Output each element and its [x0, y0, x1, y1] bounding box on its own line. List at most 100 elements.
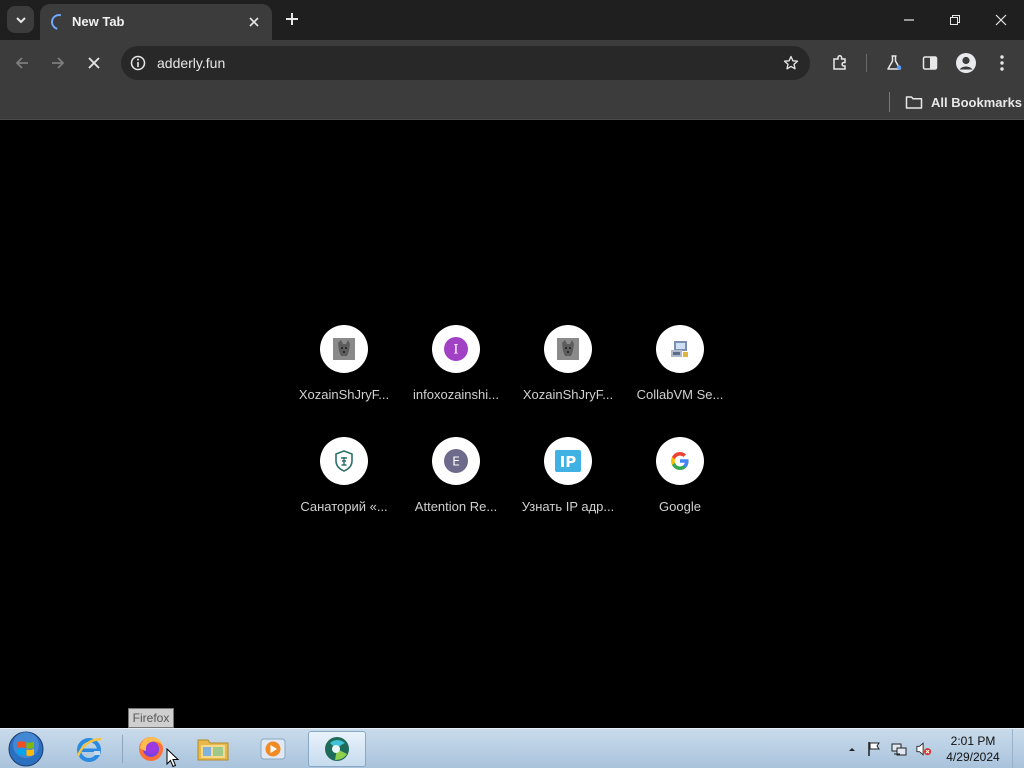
- taskbar-tooltip: Firefox: [128, 708, 174, 728]
- chrome-app-icon: [325, 737, 349, 761]
- tab-new-tab[interactable]: New Tab: [40, 4, 272, 40]
- shortcut-tile[interactable]: IP Узнать IP адр...: [512, 430, 624, 526]
- address-bar[interactable]: adderly.fun: [121, 46, 810, 80]
- forward-button[interactable]: [44, 49, 72, 77]
- plus-icon: [286, 13, 298, 25]
- shortcut-label: infoxozainshi...: [413, 387, 499, 402]
- tab-strip: New Tab: [0, 0, 1024, 40]
- svg-text:E: E: [452, 455, 460, 469]
- new-tab-button[interactable]: [280, 7, 304, 31]
- shortcut-tile[interactable]: XozainShJryF...: [288, 318, 400, 414]
- chrome-app-taskbar-button[interactable]: [308, 731, 366, 767]
- windows-logo-icon: [8, 731, 44, 767]
- tab-title: New Tab: [72, 14, 125, 29]
- stop-loading-button[interactable]: [80, 49, 108, 77]
- site-info-icon[interactable]: [129, 54, 147, 72]
- shortcut-tile[interactable]: XozainShJryF...: [512, 318, 624, 414]
- close-icon: [249, 17, 259, 27]
- back-button[interactable]: [8, 49, 36, 77]
- all-bookmarks-label: All Bookmarks: [931, 94, 1023, 110]
- close-icon: [995, 14, 1007, 26]
- flag-icon: [868, 742, 880, 756]
- browser-toolbar: adderly.fun: [0, 40, 1024, 86]
- shortcut-label: CollabVM Se...: [636, 387, 724, 402]
- taskbar: 2:01 PM 4/29/2024: [0, 728, 1024, 768]
- restore-icon: [950, 15, 960, 25]
- minimize-button[interactable]: [886, 0, 932, 40]
- shortcut-tile[interactable]: E Attention Re...: [400, 430, 512, 526]
- letter-e-icon: E: [444, 449, 468, 473]
- ip-favicon-icon: IP: [555, 450, 581, 472]
- start-button[interactable]: [6, 731, 46, 767]
- sanatorium-shield-icon: [320, 437, 368, 485]
- clock-date: 4/29/2024: [946, 750, 1000, 764]
- profile-button[interactable]: [954, 51, 978, 75]
- puzzle-icon: [833, 54, 846, 70]
- letter-i-icon: I: [444, 337, 468, 361]
- bookmarks-divider: [889, 92, 890, 112]
- tab-search-button[interactable]: [7, 6, 34, 33]
- shortcut-label: Attention Re...: [414, 499, 498, 514]
- arrow-right-icon: [52, 57, 65, 69]
- shortcut-label: Санаторий «...: [300, 499, 388, 514]
- kebab-menu-icon: [1000, 55, 1004, 71]
- grey-dog-favicon-icon: [320, 325, 368, 373]
- file-explorer-taskbar-button[interactable]: [184, 731, 242, 767]
- collabvm-favicon-icon: [656, 325, 704, 373]
- bookmarks-bar: All Bookmarks: [0, 86, 1024, 120]
- new-tab-page: XozainShJryF... I infoxozainshi... Xozai…: [0, 121, 1024, 728]
- chevron-up-icon: [849, 748, 855, 751]
- avatar-icon: [956, 53, 976, 73]
- close-icon: [88, 57, 100, 69]
- url-text: adderly.fun: [157, 55, 226, 71]
- shortcut-tile[interactable]: CollabVM Se...: [624, 318, 736, 414]
- loading-spinner-icon: [48, 11, 70, 33]
- all-bookmarks-button[interactable]: All Bookmarks: [905, 91, 1022, 113]
- tab-close-button[interactable]: [244, 12, 264, 32]
- action-center-tray-icon[interactable]: [866, 741, 882, 757]
- chevron-down-icon: [15, 16, 26, 23]
- screen: New Tab adderly.fun All Bookmarks Xozain…: [0, 0, 1024, 768]
- internet-explorer-icon: [76, 737, 102, 762]
- grey-dog-favicon-icon: [544, 325, 592, 373]
- flask-icon: [887, 55, 902, 70]
- media-player-taskbar-button[interactable]: [244, 731, 302, 767]
- volume-tray-icon[interactable]: [916, 741, 932, 757]
- taskbar-clock[interactable]: 2:01 PM 4/29/2024: [940, 733, 1006, 765]
- show-desktop-button[interactable]: [1012, 729, 1024, 768]
- shortcut-label: Узнать IP адр...: [521, 499, 615, 514]
- media-player-icon: [260, 738, 286, 760]
- menu-button[interactable]: [990, 51, 1014, 75]
- svg-text:IP: IP: [560, 453, 577, 471]
- toolbar-divider: [866, 54, 867, 72]
- clock-time: 2:01 PM: [950, 734, 996, 748]
- bookmark-star-button[interactable]: [782, 54, 800, 72]
- side-panel-icon: [922, 56, 938, 70]
- labs-button[interactable]: [882, 51, 906, 75]
- google-g-icon: [656, 437, 704, 485]
- shortcut-label: Google: [659, 499, 701, 514]
- network-tray-icon[interactable]: [891, 741, 907, 757]
- arrow-left-icon: [15, 57, 28, 69]
- shortcut-label: XozainShJryF...: [522, 387, 614, 402]
- side-panel-button[interactable]: [918, 51, 942, 75]
- restore-button[interactable]: [932, 0, 978, 40]
- mouse-cursor-icon: [166, 748, 180, 768]
- internet-explorer-taskbar-button[interactable]: [60, 731, 118, 767]
- firefox-icon: [139, 737, 163, 761]
- network-icon: [891, 743, 907, 756]
- extensions-button[interactable]: [828, 51, 852, 75]
- close-window-button[interactable]: [978, 0, 1024, 40]
- folder-icon: [197, 739, 229, 761]
- star-icon: [783, 55, 799, 70]
- svg-text:I: I: [453, 343, 458, 358]
- folder-icon: [905, 96, 923, 109]
- shortcut-tile[interactable]: Google: [624, 430, 736, 526]
- show-hidden-icons-button[interactable]: [844, 741, 860, 757]
- shortcut-grid: XozainShJryF... I infoxozainshi... Xozai…: [288, 318, 736, 526]
- minimize-icon: [904, 19, 914, 21]
- shortcut-tile[interactable]: Санаторий «...: [288, 430, 400, 526]
- shortcut-label: XozainShJryF...: [298, 387, 390, 402]
- volume-muted-icon: [916, 742, 932, 756]
- shortcut-tile[interactable]: I infoxozainshi...: [400, 318, 512, 414]
